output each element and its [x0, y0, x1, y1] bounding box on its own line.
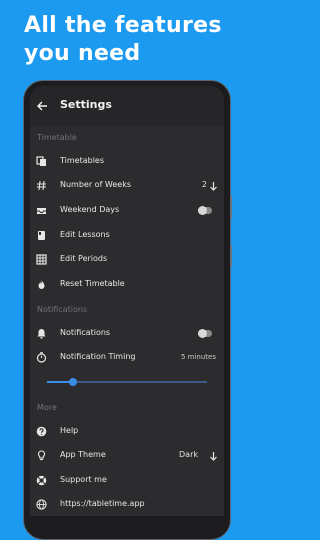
page-title: Settings	[60, 98, 112, 111]
setting-notification-timing[interactable]: Notification Timing 5 minutes	[30, 347, 224, 369]
setting-app-theme[interactable]: App Theme Dark	[30, 445, 224, 467]
bell-icon	[37, 329, 46, 339]
inbox-icon	[37, 208, 46, 214]
arrow-down-icon[interactable]	[209, 181, 218, 191]
timing-slider-thumb[interactable]	[68, 378, 77, 386]
app-bar: Settings	[30, 86, 224, 126]
headline-line-1: All the features	[24, 13, 222, 38]
setting-label: Number of Weeks	[60, 180, 132, 189]
grid-icon	[36, 254, 47, 265]
setting-label: Weekend Days	[60, 205, 120, 214]
section-timetable: Timetable	[37, 133, 77, 142]
phone-screen: Settings Timetable Timetables Number of …	[30, 86, 224, 516]
section-notifications: Notifications	[37, 305, 88, 314]
theme-value: Dark	[179, 450, 198, 459]
website-link[interactable]: https://tabletime.app	[60, 499, 145, 508]
timing-value: 5 minutes	[180, 353, 216, 361]
setting-weekend-days[interactable]: Weekend Days	[30, 200, 224, 222]
notifications-toggle[interactable]	[198, 329, 212, 338]
setting-label: Edit Periods	[60, 254, 108, 263]
hash-icon	[37, 180, 46, 191]
arrow-down-icon[interactable]	[209, 451, 218, 461]
weeks-value: 2	[201, 180, 207, 189]
setting-label: App Theme	[60, 450, 106, 459]
toggle-knob	[198, 329, 207, 338]
setting-notifications[interactable]: Notifications	[30, 323, 224, 345]
stopwatch-icon	[36, 352, 47, 363]
weekend-days-toggle[interactable]	[198, 206, 212, 215]
setting-label: Edit Lessons	[60, 230, 110, 239]
setting-label: Timetables	[60, 156, 105, 165]
arrow-left-icon[interactable]	[36, 100, 48, 112]
globe-icon	[36, 499, 47, 510]
phone-power-button	[230, 245, 232, 267]
setting-edit-periods[interactable]: Edit Periods	[30, 249, 224, 271]
lightbulb-icon	[37, 450, 46, 461]
setting-website[interactable]: https://tabletime.app	[30, 494, 224, 516]
setting-label: Help	[60, 426, 79, 435]
setting-reset-timetable[interactable]: Reset Timetable	[30, 274, 224, 296]
setting-number-of-weeks[interactable]: Number of Weeks 2	[30, 175, 224, 197]
setting-edit-lessons[interactable]: Edit Lessons	[30, 225, 224, 247]
setting-label: Notification Timing	[60, 352, 136, 361]
setting-label: Reset Timetable	[60, 279, 125, 288]
phone-volume-button	[230, 195, 232, 219]
lifebuoy-icon	[36, 475, 47, 486]
section-more: More	[37, 403, 57, 412]
headline: All the features you need	[24, 12, 244, 68]
headline-line-2: you need	[24, 41, 141, 66]
book-icon	[38, 231, 45, 240]
setting-support-me[interactable]: Support me	[30, 470, 224, 492]
fire-icon	[38, 280, 45, 289]
setting-label: Support me	[60, 475, 107, 484]
toggle-knob	[198, 206, 207, 215]
copy-icon	[36, 156, 46, 166]
setting-timetables[interactable]: Timetables	[30, 151, 224, 173]
setting-label: Notifications	[60, 328, 111, 337]
help-icon	[36, 426, 47, 437]
setting-help[interactable]: Help	[30, 421, 224, 443]
